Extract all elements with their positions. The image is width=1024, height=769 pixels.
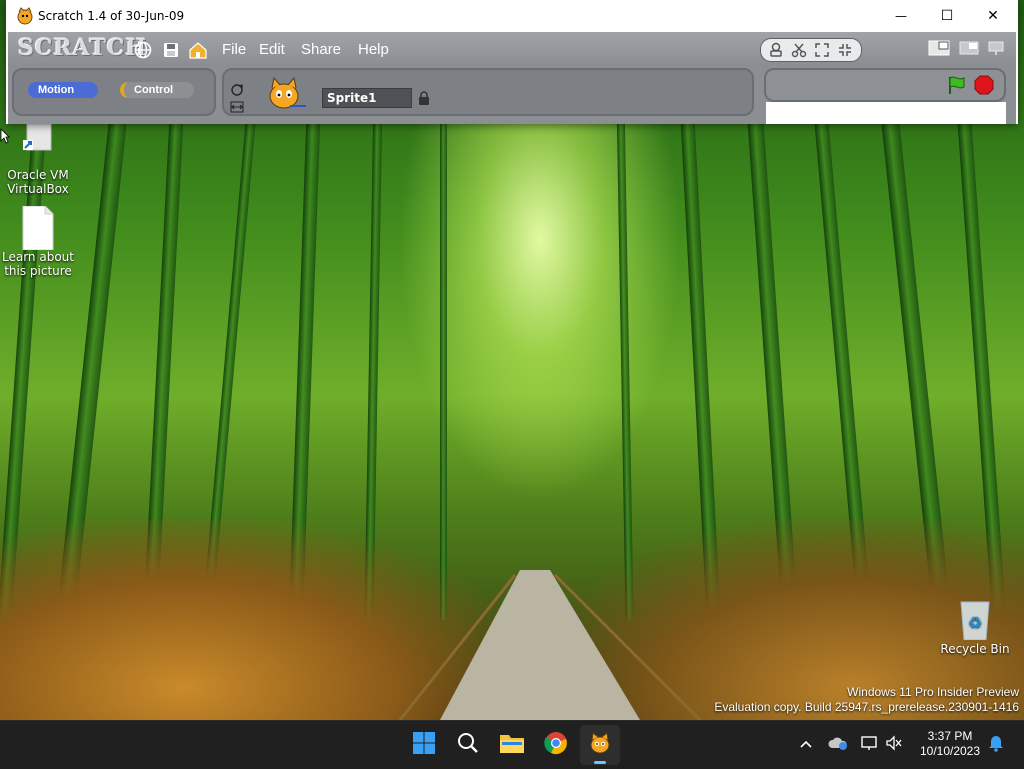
menu-help[interactable]: Help — [358, 41, 389, 58]
chrome-icon — [544, 731, 568, 760]
share-project-icon[interactable] — [188, 41, 207, 59]
maximize-button[interactable]: ☐ — [924, 0, 970, 32]
watermark-line2: Evaluation copy. Build 25947.rs_prerelea… — [714, 700, 1019, 714]
left-right-flip-icon[interactable] — [230, 98, 244, 113]
bell-icon — [988, 734, 1004, 757]
scratch-taskbar-button[interactable] — [580, 725, 620, 765]
sprite-name-field[interactable]: Sprite1 — [322, 88, 412, 108]
windows-logo-icon — [412, 731, 436, 760]
menu-share[interactable]: Share — [301, 41, 341, 58]
globe-icon[interactable] — [134, 41, 152, 59]
sprite-info-panel: Sprite1 — [222, 68, 754, 116]
lock-icon[interactable] — [418, 90, 430, 105]
stage-controls-panel — [764, 68, 1006, 102]
blocks-category-panel: Motion Control — [12, 68, 216, 116]
scratch-menubar: SCRATCH File Edit Share Help — [8, 32, 1016, 66]
taskbar: 3:37 PM 10/10/2023 — [0, 720, 1024, 769]
stop-sign-icon[interactable] — [974, 75, 994, 95]
cloud-icon — [828, 735, 848, 756]
scratch-cat-icon — [16, 7, 34, 25]
maximize-icon: ☐ — [940, 8, 954, 24]
chevron-up-icon — [799, 736, 813, 754]
start-button[interactable] — [404, 725, 444, 765]
desktop-icon-label: Oracle VM — [7, 168, 69, 182]
small-stage-view-icon[interactable] — [958, 40, 979, 56]
onedrive-tray-button[interactable] — [828, 735, 848, 755]
network-tray-button[interactable] — [860, 735, 880, 755]
svg-text:♻: ♻ — [968, 613, 982, 632]
virtualbox-icon — [21, 123, 55, 164]
network-icon — [861, 735, 879, 756]
watermark-line1: Windows 11 Pro Insider Preview — [847, 685, 1019, 699]
presentation-mode-icon[interactable] — [986, 40, 1006, 56]
active-app-indicator — [594, 761, 606, 764]
desktop-icon-label: Recycle Bin — [940, 642, 1010, 656]
speaker-muted-icon — [885, 734, 903, 756]
desktop-icon-label: Learn about — [2, 250, 74, 264]
grow-icon[interactable] — [813, 41, 831, 59]
scratch-logo: SCRATCH — [18, 35, 148, 61]
menu-edit[interactable]: Edit — [259, 41, 285, 58]
notifications-button[interactable] — [986, 735, 1006, 755]
file-explorer-button[interactable] — [492, 725, 532, 765]
stage-area[interactable] — [766, 102, 1006, 124]
close-button[interactable]: ✕ — [970, 0, 1016, 32]
desktop-icon-virtualbox[interactable]: Oracle VM VirtualBox — [0, 123, 76, 196]
normal-stage-view-icon[interactable] — [928, 40, 950, 56]
rotate-style-icon[interactable] — [230, 82, 244, 96]
title-bar[interactable]: Scratch 1.4 of 30-Jun-09 — ☐ ✕ — [6, 0, 1018, 32]
scratch-window: Scratch 1.4 of 30-Jun-09 — ☐ ✕ SCRATCH F… — [6, 0, 1018, 124]
desktop-icon-recycle-bin[interactable]: ♻ Recycle Bin — [937, 598, 1013, 656]
toolbar-mode-group — [760, 38, 862, 62]
minimize-button[interactable]: — — [878, 0, 924, 32]
search-icon — [456, 731, 480, 760]
clock-date: 10/10/2023 — [919, 744, 981, 758]
delete-scissors-icon[interactable] — [790, 41, 808, 59]
category-motion[interactable]: Motion — [28, 82, 98, 98]
duplicate-stamp-icon[interactable] — [767, 41, 785, 59]
volume-tray-button[interactable] — [884, 734, 904, 756]
document-icon — [21, 205, 55, 251]
save-icon[interactable] — [162, 41, 180, 59]
category-control[interactable]: Control — [120, 82, 194, 98]
sprite-thumbnail-icon — [264, 76, 308, 112]
windows-watermark: Windows 11 Pro Insider Preview Evaluatio… — [714, 685, 1019, 715]
close-icon: ✕ — [987, 8, 999, 24]
window-title: Scratch 1.4 of 30-Jun-09 — [38, 9, 185, 23]
menu-file[interactable]: File — [222, 41, 246, 58]
grass-left — [0, 520, 520, 720]
shrink-icon[interactable] — [836, 41, 854, 59]
recycle-bin-icon: ♻ — [958, 598, 992, 641]
clock-time: 3:37 PM — [927, 729, 973, 743]
minimize-icon: — — [895, 9, 907, 23]
green-flag-icon[interactable] — [946, 75, 966, 95]
scratch-cat-icon — [588, 731, 612, 760]
mouse-cursor-icon — [0, 128, 10, 148]
desktop-icon-learn-about-picture[interactable]: Learn about this picture — [0, 205, 76, 278]
scratch-body: SCRATCH File Edit Share Help Motion Cont… — [8, 32, 1016, 124]
folder-icon — [499, 732, 525, 759]
desktop-icon-label: VirtualBox — [7, 182, 69, 196]
chrome-button[interactable] — [536, 725, 576, 765]
show-hidden-icons-button[interactable] — [796, 735, 816, 755]
search-button[interactable] — [448, 725, 488, 765]
desktop-icon-label: this picture — [4, 264, 72, 278]
taskbar-clock[interactable]: 3:37 PM 10/10/2023 — [908, 729, 992, 759]
